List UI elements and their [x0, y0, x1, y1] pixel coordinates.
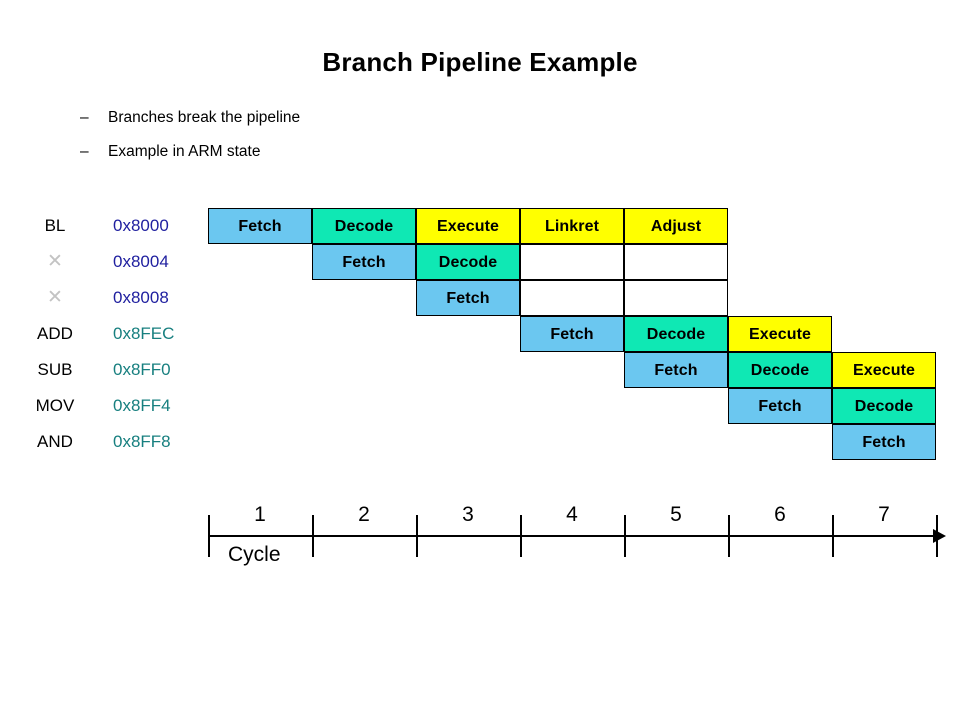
pipeline-stage-cell: Decode: [416, 244, 520, 280]
pipeline-stage-cell: Linkret: [520, 208, 624, 244]
pipeline-cell-empty: [624, 244, 728, 280]
pipeline-stage-cell: Fetch: [624, 352, 728, 388]
pipeline-stage-cell: Execute: [728, 316, 832, 352]
pipeline-stage-cell: Fetch: [832, 424, 936, 460]
pipeline-stage-cell: Fetch: [208, 208, 312, 244]
instruction-address: 0x8008: [113, 288, 169, 307]
instruction-address: 0x8004: [113, 252, 169, 271]
instruction-mnemonic: ✕: [47, 287, 63, 308]
pipeline-stage-cell: Fetch: [416, 280, 520, 316]
instruction-mnemonic: ADD: [37, 324, 73, 343]
pipeline-cell-empty: [520, 280, 624, 316]
instruction-address: 0x8FF8: [113, 432, 171, 451]
instruction-address: 0x8FF0: [113, 360, 171, 379]
pipeline-diagram: BL 0x8000 Fetch Decode Execute Linkret Adjust ✕…: [0, 0, 960, 720]
pipeline-stage-cell: Decode: [312, 208, 416, 244]
instruction-address: 0x8FF4: [113, 396, 171, 415]
pipeline-stage-cell: Fetch: [728, 388, 832, 424]
pipeline-cell-empty: [520, 244, 624, 280]
instruction-address: 0x8FEC: [113, 324, 175, 343]
pipeline-stage-cell: Fetch: [312, 244, 416, 280]
instruction-mnemonic: BL: [44, 216, 66, 235]
instruction-mnemonic: SUB: [37, 360, 73, 379]
pipeline-stage-cell: Fetch: [520, 316, 624, 352]
pipeline-stage-cell: Decode: [832, 388, 936, 424]
pipeline-stage-cell: Execute: [416, 208, 520, 244]
instruction-mnemonic: MOV: [35, 396, 75, 415]
pipeline-stage-cell: Decode: [624, 316, 728, 352]
pipeline-cell-empty: [624, 280, 728, 316]
pipeline-stage-cell: Execute: [832, 352, 936, 388]
instruction-address: 0x8000: [113, 216, 169, 235]
pipeline-stage-cell: Decode: [728, 352, 832, 388]
pipeline-stage-cell: Adjust: [624, 208, 728, 244]
instruction-mnemonic: ✕: [47, 251, 63, 272]
instruction-mnemonic: AND: [37, 432, 73, 451]
